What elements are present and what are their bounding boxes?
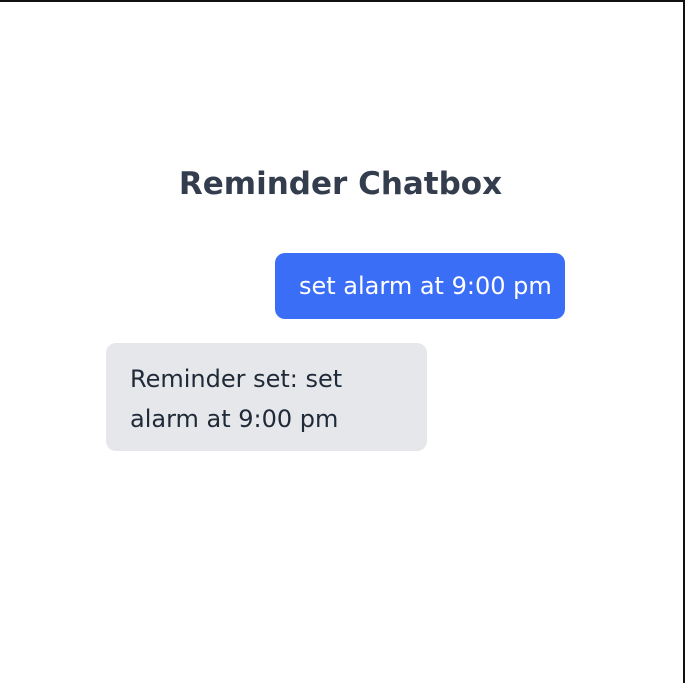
user-message-text: set alarm at 9:00 pm [299, 272, 552, 300]
page-title: Reminder Chatbox [178, 166, 503, 202]
bot-message-bubble: Reminder set: set alarm at 9:00 pm [106, 343, 427, 451]
bot-message-text: Reminder set: set alarm at 9:00 pm [130, 365, 343, 433]
chatbox-window: Reminder Chatbox set alarm at 9:00 pm Re… [0, 0, 685, 683]
user-message-bubble: set alarm at 9:00 pm [275, 253, 565, 319]
